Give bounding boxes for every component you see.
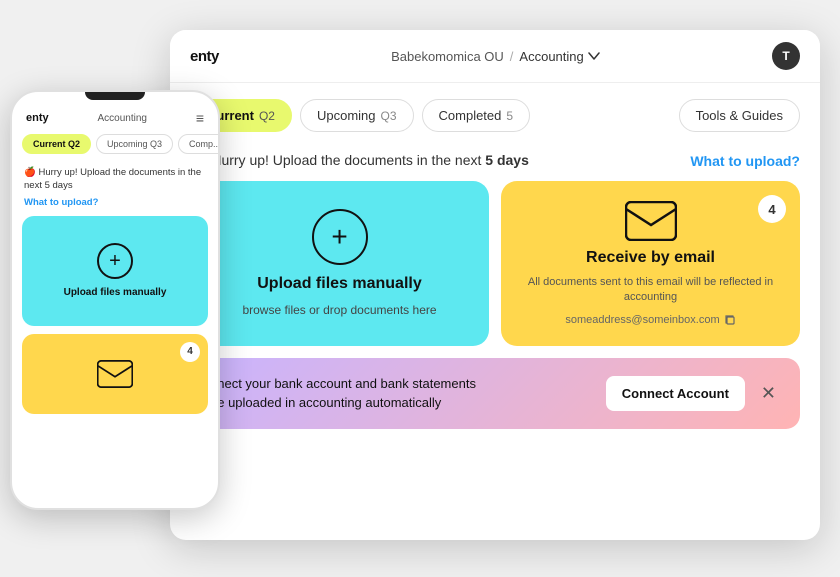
mobile-phone: enty Accounting ≡ Current Q2 Upcoming Q3… [10, 90, 220, 510]
connect-bank-banner: nnect your bank account and bank stateme… [190, 358, 800, 429]
urgency-banner: 🍎 Hurry up! Upload the documents in the … [170, 144, 820, 181]
email-card[interactable]: 4 Receive by email All documents sent to… [501, 181, 800, 346]
breadcrumb: Babekomomica OU / Accounting [391, 49, 600, 64]
phone-tab-completed[interactable]: Comp... [178, 134, 218, 154]
user-avatar[interactable]: T [772, 42, 800, 70]
phone-upload-card[interactable]: + Upload files manually [22, 216, 208, 326]
phone-logo: enty [26, 112, 49, 124]
email-badge: 4 [758, 195, 786, 223]
phone-envelope-icon [97, 360, 133, 388]
email-address: someaddress@someinbox.com [565, 314, 735, 326]
phone-upload-circle-icon: + [97, 243, 133, 279]
phone-email-card[interactable]: 4 [22, 334, 208, 414]
email-card-title: Receive by email [586, 249, 715, 267]
phone-menu-icon[interactable]: ≡ [196, 110, 204, 126]
breadcrumb-separator: / [510, 49, 514, 64]
phone-tab-current[interactable]: Current Q2 [22, 134, 91, 154]
email-card-subtitle: All documents sent to this email will be… [521, 275, 780, 306]
plus-icon: + [331, 223, 347, 251]
connect-bank-text: nnect your bank account and bank stateme… [210, 374, 594, 413]
desktop-logo: enty [190, 48, 219, 65]
tab-tools[interactable]: Tools & Guides [679, 99, 800, 132]
phone-urgency: 🍎 Hurry up! Upload the documents in the … [12, 160, 218, 197]
phone-urgency-icon: 🍎 [24, 167, 38, 178]
urgency-text: 🍎 Hurry up! Upload the documents in the … [190, 152, 529, 169]
upload-card[interactable]: + Upload files manually browse files or … [190, 181, 489, 346]
chevron-down-icon [588, 50, 600, 62]
connect-account-button[interactable]: Connect Account [606, 376, 745, 411]
phone-plus-icon: + [109, 251, 121, 271]
desktop-window: enty Babekomomica OU / Accounting T Curr… [170, 30, 820, 540]
copy-icon[interactable] [724, 314, 736, 326]
phone-email-badge: 4 [180, 342, 200, 362]
breadcrumb-company: Babekomomica OU [391, 49, 504, 64]
phone-notch [85, 92, 145, 100]
what-to-upload-link[interactable]: What to upload? [690, 153, 800, 169]
phone-tab-upcoming[interactable]: Upcoming Q3 [96, 134, 173, 154]
phone-what-to-upload[interactable]: What to upload? [12, 197, 218, 216]
tab-upcoming[interactable]: Upcoming Q3 [300, 99, 414, 132]
upload-card-title: Upload files manually [257, 275, 421, 293]
close-banner-button[interactable]: ✕ [757, 379, 780, 408]
phone-upload-title: Upload files manually [64, 287, 167, 298]
phone-breadcrumb: Accounting [97, 113, 146, 124]
tabs-row: Current Q2 Upcoming Q3 Completed 5 Tools… [170, 83, 820, 144]
phone-tabs: Current Q2 Upcoming Q3 Comp... [12, 130, 218, 160]
envelope-icon [625, 201, 677, 241]
phone-header: enty Accounting ≡ [12, 104, 218, 130]
desktop-header: enty Babekomomica OU / Accounting T [170, 30, 820, 83]
cards-row: + Upload files manually browse files or … [170, 181, 820, 346]
breadcrumb-section[interactable]: Accounting [519, 49, 599, 64]
tab-completed[interactable]: Completed 5 [422, 99, 531, 132]
upload-circle-icon: + [312, 209, 368, 265]
upload-card-subtitle: browse files or drop documents here [242, 303, 436, 317]
